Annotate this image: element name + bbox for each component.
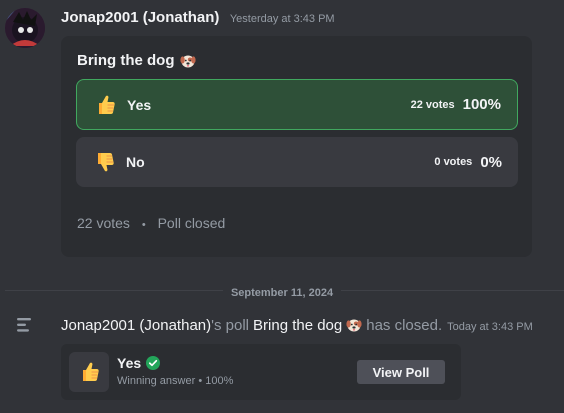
thumbs-up-icon bbox=[99, 95, 115, 114]
poll-question-text: Bring the dog bbox=[77, 52, 175, 69]
winning-answer-title: Yes bbox=[117, 355, 161, 371]
poll-result-card: Yes Winning answer • 100% View Poll bbox=[61, 344, 461, 400]
system-possessive: 's poll bbox=[211, 317, 250, 334]
poll-card: Bring the dog Yes 22 votes 100% No 0 vot… bbox=[61, 36, 532, 257]
winning-answer-subtitle: Winning answer • 100% bbox=[117, 375, 234, 387]
answer-vote-count: 22 votes bbox=[410, 98, 455, 111]
message-timestamp[interactable]: Yesterday at 3:43 PM bbox=[230, 13, 335, 25]
system-poll-name[interactable]: Bring the dog bbox=[253, 317, 342, 334]
answer-label: No bbox=[126, 154, 145, 170]
date-divider: September 11, 2024 bbox=[0, 283, 564, 301]
poll-footer: 22 votes • Poll closed bbox=[77, 215, 225, 231]
answer-percentage: 100% bbox=[462, 96, 501, 113]
checkmark-circle-icon bbox=[146, 356, 161, 370]
answer-percentage: 0% bbox=[480, 153, 502, 171]
winning-emoji-box bbox=[69, 352, 109, 392]
poll-answer-yes[interactable]: Yes 22 votes 100% bbox=[76, 79, 518, 130]
message-header: Jonap2001 (Jonathan) Yesterday at 3:43 P… bbox=[61, 9, 335, 27]
system-suffix: has closed. bbox=[366, 317, 443, 334]
winning-answer-label: Yes bbox=[117, 355, 142, 371]
dog-face-icon bbox=[346, 319, 362, 332]
poll-closed-message: Jonap2001 (Jonathan) 's poll Bring the d… bbox=[61, 314, 533, 334]
poll-total-votes[interactable]: 22 votes bbox=[77, 215, 130, 231]
thumbs-up-icon bbox=[83, 362, 99, 381]
poll-answer-no[interactable]: No 0 votes 0% bbox=[76, 137, 518, 187]
thumbs-down-icon bbox=[98, 153, 114, 172]
poll-question: Bring the dog bbox=[77, 52, 196, 69]
system-timestamp[interactable]: Today at 3:43 PM bbox=[447, 321, 533, 333]
system-author-name[interactable]: Jonap2001 (Jonathan) bbox=[61, 317, 211, 334]
poll-result-icon bbox=[17, 318, 31, 332]
answer-vote-count: 0 votes bbox=[434, 156, 473, 168]
answer-label: Yes bbox=[127, 96, 152, 113]
date-divider-label: September 11, 2024 bbox=[222, 287, 342, 299]
poll-footer-separator: • bbox=[141, 219, 146, 231]
chat-view: Jonap2001 (Jonathan) Yesterday at 3:43 P… bbox=[0, 0, 564, 413]
avatar-image bbox=[5, 8, 45, 48]
view-poll-button[interactable]: View Poll bbox=[357, 360, 445, 384]
dog-face-icon bbox=[179, 55, 196, 67]
poll-status: Poll closed bbox=[157, 215, 226, 231]
author-name[interactable]: Jonap2001 (Jonathan) bbox=[61, 9, 219, 26]
user-avatar[interactable] bbox=[5, 8, 45, 48]
